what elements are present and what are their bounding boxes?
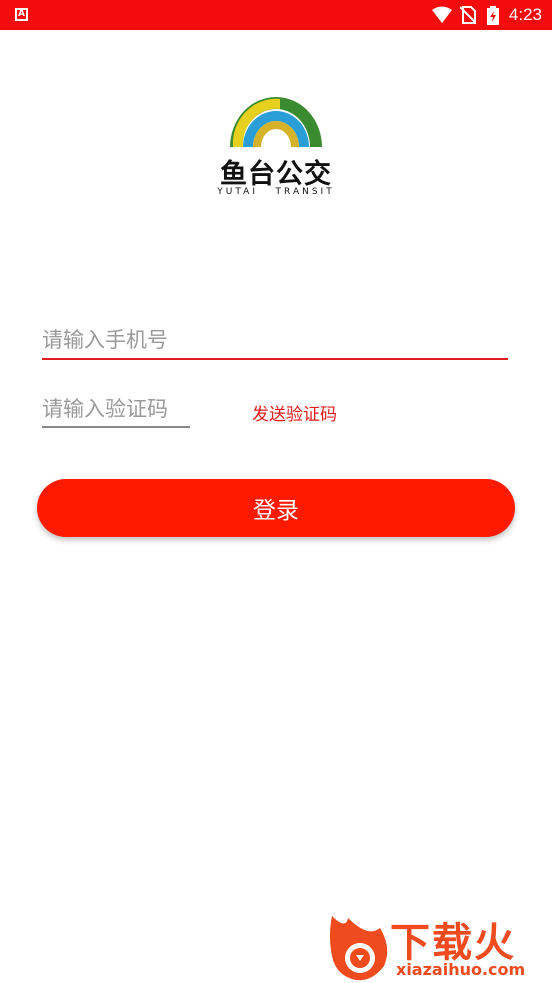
status-bar: A 4:23 — [0, 0, 552, 30]
watermark: 下载火 xiazaihuo.com — [328, 910, 552, 983]
status-time: 4:23 — [508, 5, 542, 24]
rainbow-arch-icon — [230, 97, 322, 147]
login-button[interactable]: 登录 — [37, 479, 515, 537]
send-code-button[interactable]: 发送验证码 — [252, 400, 337, 425]
app-logo: 鱼台公交 YUTAI TRANSIT — [205, 95, 347, 201]
no-sim-icon — [460, 6, 476, 24]
watermark-url: xiazaihuo.com — [396, 960, 526, 979]
flame-logo-icon — [330, 916, 388, 981]
logo-subtitle: YUTAI TRANSIT — [217, 187, 335, 197]
wifi-icon — [432, 6, 452, 23]
phone-input[interactable] — [42, 322, 508, 360]
logo-title: 鱼台公交 — [220, 159, 332, 190]
app-notification-icon: A — [15, 8, 28, 21]
verification-code-input[interactable] — [42, 392, 190, 428]
battery-charging-icon — [487, 6, 499, 25]
